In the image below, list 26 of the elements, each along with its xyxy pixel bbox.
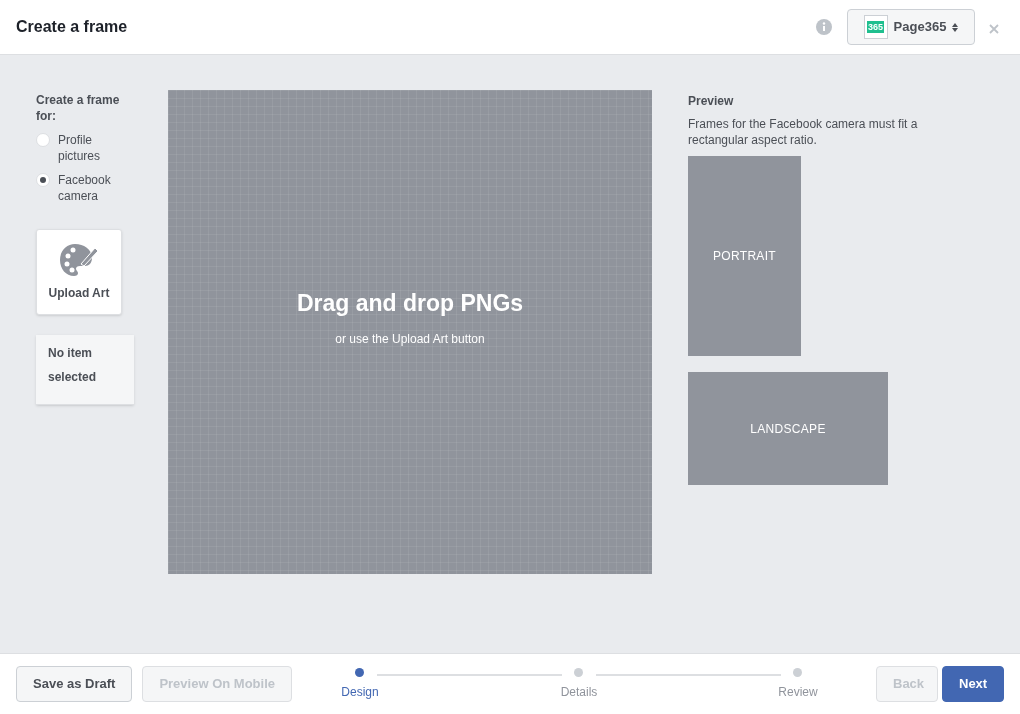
radio-button[interactable]: [36, 173, 50, 187]
radio-button[interactable]: [36, 133, 50, 147]
page-selector[interactable]: 365 Page365: [847, 9, 975, 45]
window-title: Create a frame: [16, 17, 129, 37]
drop-area[interactable]: Drag and drop PNGs or use the Upload Art button: [168, 90, 652, 574]
action-button[interactable]: Save as Draft: [16, 666, 133, 702]
empty-message: No item selected: [47, 345, 98, 386]
palette-icon: [59, 242, 99, 278]
drop-title: Drag and drop PNGs: [296, 288, 524, 318]
sort-icon: [952, 22, 959, 32]
drop-hint: or use the Upload Art button: [335, 331, 485, 349]
radio-label: Profile pictures: [58, 132, 102, 164]
preview-description: Frames for the Facebook camera must fit a rectangular aspect ratio.: [688, 116, 919, 148]
landscape-preview: LANDSCAPE: [688, 372, 888, 485]
close-icon[interactable]: [989, 24, 999, 34]
action-button[interactable]: Next: [942, 666, 1004, 702]
step-tab[interactable]: Design: [337, 667, 383, 701]
radio-label: Facebook camera: [58, 172, 112, 204]
page-logo: 365: [863, 15, 888, 39]
step-tab[interactable]: Review: [775, 667, 821, 701]
section-label: Create a frame for:: [36, 92, 121, 124]
preview-title: Preview: [688, 93, 735, 110]
info-icon[interactable]: [816, 19, 832, 35]
upload-art-button[interactable]: Upload Art: [36, 229, 122, 315]
step-tab[interactable]: Details: [556, 667, 602, 701]
portrait-preview: PORTRAIT: [688, 156, 801, 356]
